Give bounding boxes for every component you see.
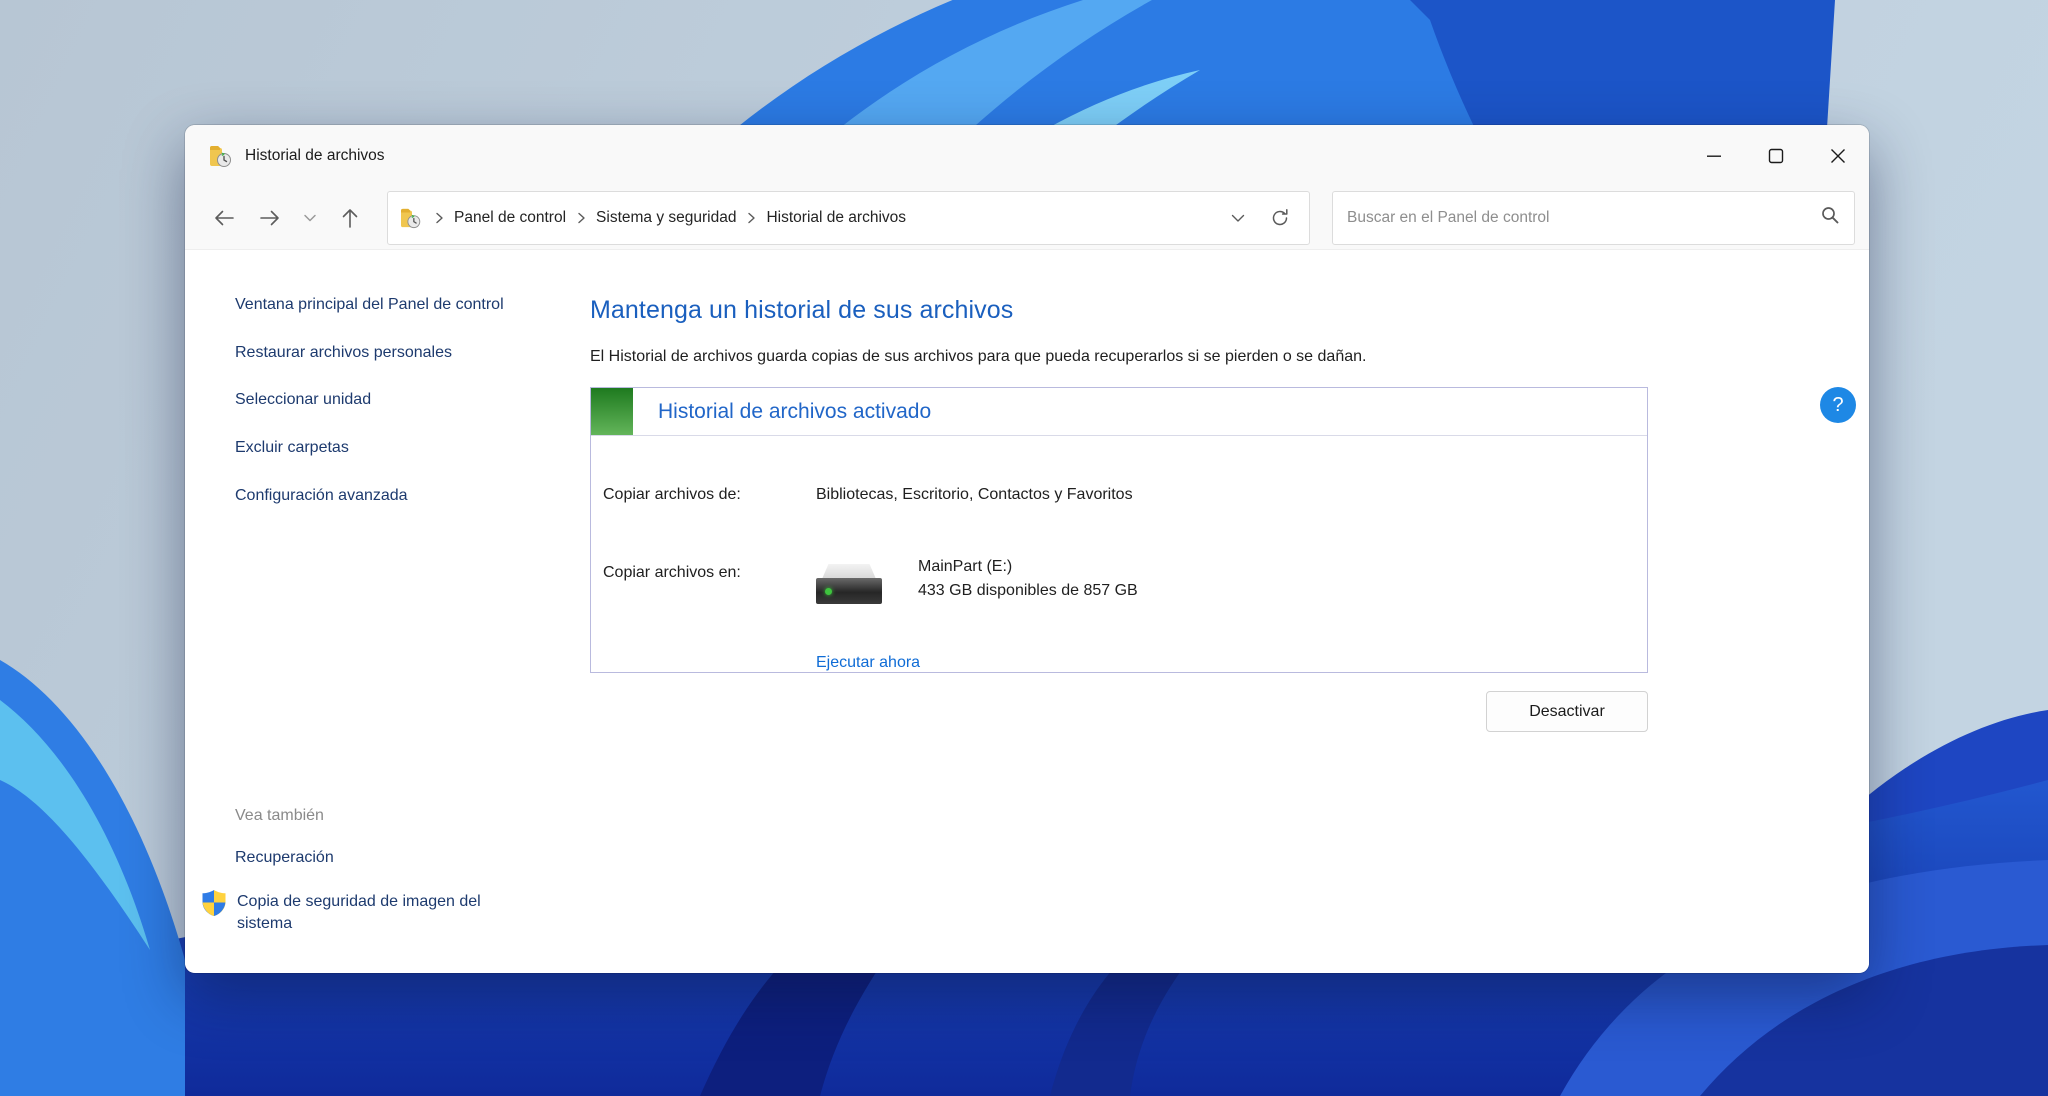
breadcrumb-item-panel-de-control[interactable]: Panel de control	[446, 203, 574, 233]
file-history-status-panel: Historial de archivos activado Copiar ar…	[590, 387, 1648, 673]
maximize-button[interactable]	[1745, 125, 1807, 186]
drive-info: MainPart (E:) 433 GB disponibles de 857 …	[918, 558, 1138, 610]
maximize-icon	[1768, 148, 1784, 163]
hard-drive-icon	[816, 564, 882, 610]
status-header: Historial de archivos activado	[591, 388, 1647, 436]
chevron-down-icon	[1231, 214, 1245, 222]
address-dropdown-button[interactable]	[1217, 197, 1259, 239]
arrow-left-icon	[215, 210, 234, 225]
drive-name: MainPart (E:)	[918, 558, 1013, 575]
window-controls	[1683, 125, 1869, 186]
uac-shield-icon	[201, 889, 227, 917]
sidebar-item-restaurar-archivos[interactable]: Restaurar archivos personales	[235, 342, 535, 365]
question-mark-icon: ?	[1832, 393, 1844, 416]
sidebar-item-copia-seguridad[interactable]: Copia de seguridad de imagen del sistema	[237, 891, 482, 936]
titlebar-left: Historial de archivos	[209, 144, 385, 168]
up-button[interactable]	[327, 196, 373, 240]
page-title: Mantenga un historial de sus archivos	[590, 296, 1014, 324]
chevron-right-icon	[574, 212, 588, 224]
copy-to-row: Copiar archivos en: MainPart (E:) 433 GB…	[603, 558, 1647, 610]
copy-from-label: Copiar archivos de:	[603, 486, 741, 503]
search-box	[1332, 190, 1855, 245]
copy-from-row: Copiar archivos de: Bibliotecas, Escrito…	[603, 486, 1647, 504]
status-label: Historial de archivos activado	[658, 399, 932, 423]
see-also-section: Vea también Recuperación Copia de seguri…	[185, 807, 545, 936]
magnifier-icon[interactable]	[1820, 205, 1840, 230]
folder-history-icon	[400, 207, 424, 229]
status-panel-body: Copiar archivos de: Bibliotecas, Escrito…	[591, 436, 1647, 672]
breadcrumb-item-historial-de-archivos[interactable]: Historial de archivos	[758, 203, 914, 233]
main-panel: Mantenga un historial de sus archivos El…	[590, 250, 1869, 972]
copy-to-label: Copiar archivos en:	[603, 564, 741, 581]
window-title: Historial de archivos	[245, 146, 385, 164]
control-panel-window: Historial de archivos Panel de control S…	[185, 125, 1869, 973]
minimize-icon	[1707, 155, 1721, 157]
navigation-toolbar: Panel de control Sistema y seguridad His…	[185, 186, 1869, 250]
see-also-header: Vea también	[235, 806, 324, 824]
search-input[interactable]	[1347, 208, 1820, 227]
minimize-button[interactable]	[1683, 125, 1745, 186]
recent-locations-button[interactable]	[293, 196, 327, 240]
page-description: El Historial de archivos guarda copias d…	[590, 348, 1367, 365]
disable-button[interactable]: Desactivar	[1486, 691, 1648, 732]
actions-row: Desactivar	[590, 691, 1648, 732]
arrow-right-icon	[260, 210, 279, 225]
sidebar-item-configuracion-avanzada[interactable]: Configuración avanzada	[235, 485, 535, 508]
sidebar-item-ventana-principal[interactable]: Ventana principal del Panel de control	[235, 294, 535, 317]
folder-history-icon	[209, 144, 235, 168]
status-on-indicator	[591, 388, 633, 435]
address-bar[interactable]: Panel de control Sistema y seguridad His…	[387, 190, 1310, 245]
sidebar-item-recuperacion[interactable]: Recuperación	[235, 849, 545, 867]
chevron-right-icon	[744, 212, 758, 224]
arrow-up-icon	[342, 208, 358, 228]
sidebar: Ventana principal del Panel de control R…	[185, 250, 590, 972]
titlebar: Historial de archivos	[185, 125, 1869, 186]
chevron-right-icon	[432, 212, 446, 224]
forward-button[interactable]	[247, 196, 293, 240]
sidebar-item-copia-seguridad-row: Copia de seguridad de imagen del sistema	[201, 889, 545, 936]
run-now-link[interactable]: Ejecutar ahora	[816, 654, 920, 672]
refresh-button[interactable]	[1259, 197, 1301, 239]
copy-from-value: Bibliotecas, Escritorio, Contactos y Fav…	[816, 486, 1133, 503]
close-button[interactable]	[1807, 125, 1869, 186]
sidebar-item-seleccionar-unidad[interactable]: Seleccionar unidad	[235, 389, 535, 412]
drive-free-space: 433 GB disponibles de 857 GB	[918, 582, 1138, 599]
back-button[interactable]	[201, 196, 247, 240]
breadcrumb-item-sistema-y-seguridad[interactable]: Sistema y seguridad	[588, 203, 744, 233]
drive-activity-led	[825, 588, 832, 595]
window-content: Ventana principal del Panel de control R…	[185, 250, 1869, 972]
sidebar-item-excluir-carpetas[interactable]: Excluir carpetas	[235, 437, 535, 460]
close-icon	[1831, 148, 1845, 163]
help-button[interactable]: ?	[1820, 387, 1856, 423]
target-drive-block: MainPart (E:) 433 GB disponibles de 857 …	[816, 558, 1138, 610]
refresh-icon	[1272, 208, 1288, 225]
chevron-down-icon	[304, 214, 316, 221]
